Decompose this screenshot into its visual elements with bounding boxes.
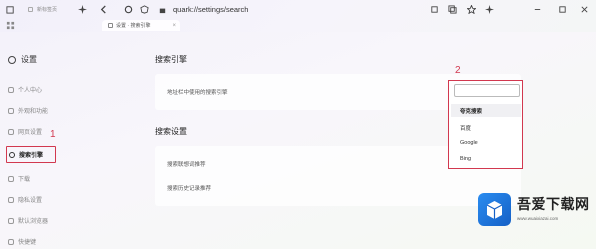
engine-row-label: 地址栏中使用的搜索引擎 [167, 90, 228, 96]
browser-icon [8, 217, 14, 224]
engine-option-google[interactable]: Google [460, 140, 478, 146]
watermark-url: www.wuaixiazai.com [517, 216, 559, 221]
engine-option-quark[interactable]: 夸克搜索 [460, 107, 482, 115]
download-icon [8, 175, 14, 182]
reload-icon[interactable] [122, 3, 134, 15]
sidebar-item-label: 搜索引擎 [19, 153, 44, 159]
sidebar-item-label: 外观和功能 [18, 109, 49, 115]
extension-icon[interactable] [428, 3, 440, 15]
palette-icon [8, 107, 14, 114]
search-icon [9, 151, 15, 158]
sidebar-item-shortcuts[interactable]: 快捷键 [6, 235, 56, 248]
copy-icon[interactable] [446, 3, 458, 15]
search-settings-title: 搜索设置 [155, 127, 187, 136]
tab-close-icon[interactable]: × [172, 23, 176, 29]
sidebar-item-web[interactable]: 网页设置 [6, 125, 56, 138]
engine-section-title: 搜索引擎 [155, 55, 187, 64]
sidebar-item-appearance[interactable]: 外观和功能 [6, 104, 56, 117]
engine-select[interactable] [454, 84, 520, 97]
page-icon [8, 128, 14, 135]
close-icon[interactable] [578, 3, 590, 15]
annotation-1: 1 [50, 129, 56, 140]
sidebar-item-label: 默认浏览器 [18, 219, 49, 225]
sparkle-icon[interactable] [76, 3, 88, 15]
sidebar-item-default-browser[interactable]: 默认浏览器 [6, 214, 56, 227]
sidebar-item-privacy[interactable]: 隐私设置 [6, 193, 56, 206]
maximize-icon[interactable] [556, 3, 568, 15]
shield-icon[interactable] [138, 3, 150, 15]
tab-favicon-icon [28, 6, 33, 12]
sidebar-item-search-engine[interactable]: 搜索引擎 [6, 146, 56, 163]
settings-tab-icon [108, 23, 113, 28]
tab-new-label: 新标签页 [37, 6, 58, 13]
shield-icon [8, 196, 14, 203]
engine-option-bing[interactable]: Bing [460, 156, 471, 162]
sidebar-title: 设置 [8, 54, 37, 65]
gear-icon [8, 55, 16, 64]
sidebar-title-text: 设置 [21, 55, 37, 64]
tab-new[interactable]: 新标签页 [28, 3, 57, 15]
sidebar-item-download[interactable]: 下载 [6, 172, 56, 185]
sparkle-icon-2[interactable] [483, 3, 495, 15]
watermark-logo [478, 193, 511, 226]
address-bar[interactable]: quark://settings/search [173, 3, 248, 15]
sidebar-item-label: 隐私设置 [18, 198, 43, 204]
address-text: quark://settings/search [173, 4, 249, 14]
watermark-brand: 吾爱下载网 [517, 196, 590, 212]
back-icon[interactable] [97, 3, 109, 15]
sidebar-item-label: 个人中心 [18, 88, 43, 94]
minimize-icon[interactable] [531, 3, 543, 15]
sidebar-item-label: 网页设置 [18, 130, 43, 136]
tab-settings[interactable]: 设置 · 搜索引擎 × [102, 20, 180, 31]
engine-option-baidu[interactable]: 百度 [460, 124, 471, 132]
restore-icon[interactable] [4, 3, 16, 15]
user-icon [8, 86, 14, 93]
sidebar-item-label: 快捷键 [18, 240, 37, 246]
browser-toolbar: 新标签页 quark://settings/search [0, 0, 596, 18]
keyboard-icon [8, 238, 14, 245]
sidebar-item-label: 下载 [18, 177, 31, 183]
tab-strip: 设置 · 搜索引擎 × [0, 18, 596, 32]
sidebar-item-profile[interactable]: 个人中心 [6, 83, 56, 96]
tab-settings-label: 设置 · 搜索引擎 [116, 23, 151, 29]
search-row-suggest[interactable]: 搜索联想词推荐 [167, 160, 206, 168]
star-icon[interactable] [465, 3, 477, 15]
annotation-2: 2 [455, 65, 461, 76]
search-row-history[interactable]: 搜索历史记录推荐 [167, 184, 211, 192]
grid-icon[interactable] [4, 19, 16, 31]
lock-icon [156, 3, 168, 15]
